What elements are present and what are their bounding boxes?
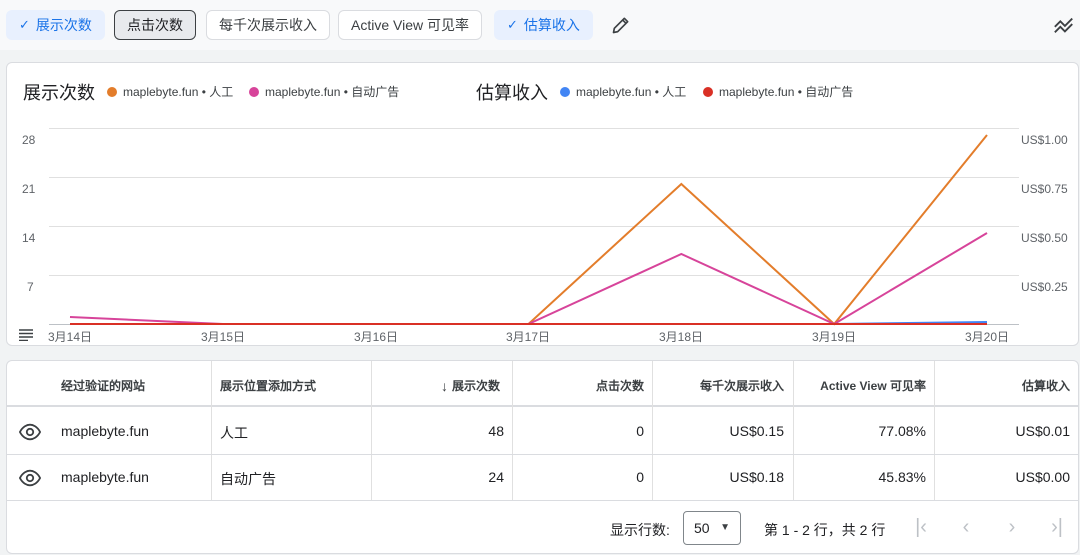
trend-chart-toggle-icon[interactable] bbox=[1052, 13, 1076, 37]
last-page-icon[interactable]: ›| bbox=[1045, 515, 1069, 539]
cell-earnings: US$0.01 bbox=[1015, 423, 1070, 439]
line-chart-plot bbox=[69, 134, 988, 326]
check-icon: ✓ bbox=[19, 17, 30, 32]
col-header-site[interactable]: 经过验证的网站 bbox=[61, 377, 145, 394]
first-page-icon[interactable]: |‹ bbox=[909, 515, 933, 539]
next-page-icon[interactable]: › bbox=[1000, 515, 1024, 539]
table-row[interactable]: maplebyte.fun 人工 48 0 US$0.15 77.08% US$… bbox=[7, 409, 1078, 455]
eye-icon[interactable] bbox=[19, 467, 41, 489]
series-line-1 bbox=[69, 232, 988, 326]
cell-rpm: US$0.15 bbox=[729, 423, 784, 439]
caret-down-icon: ▼ bbox=[720, 522, 730, 533]
col-header-rpm[interactable]: 每千次展示收入 bbox=[700, 377, 784, 394]
edit-pencil-icon[interactable] bbox=[609, 13, 633, 37]
cell-clicks: 0 bbox=[636, 469, 644, 485]
cell-impressions: 24 bbox=[488, 469, 504, 485]
cell-active-view: 45.83% bbox=[878, 469, 926, 485]
chart-card: 展示次数 maplebyte.fun • 人工 maplebyte.fun • … bbox=[6, 62, 1079, 346]
cell-site: maplebyte.fun bbox=[61, 423, 149, 439]
col-header-earnings[interactable]: 估算收入 bbox=[1022, 377, 1070, 394]
cell-impressions: 48 bbox=[488, 423, 504, 439]
col-header-impressions[interactable]: ↓ 展示次数 bbox=[441, 377, 500, 394]
cell-placement: 人工 bbox=[220, 425, 248, 441]
cell-clicks: 0 bbox=[636, 423, 644, 439]
chip-impressions[interactable]: ✓ 展示次数 bbox=[6, 10, 105, 40]
eye-icon[interactable] bbox=[19, 421, 41, 443]
pagination-range: 第 1 - 2 行，共 2 行 bbox=[764, 522, 886, 538]
check-icon: ✓ bbox=[507, 17, 518, 32]
col-header-clicks[interactable]: 点击次数 bbox=[596, 377, 644, 394]
cell-placement: 自动广告 bbox=[220, 471, 276, 487]
rows-per-page-select[interactable]: 50 ▼ bbox=[683, 511, 741, 545]
rows-per-page-label: 显示行数: bbox=[610, 522, 670, 538]
metric-chip-bar: ✓ 展示次数 点击次数 每千次展示收入 Active View 可见率 ✓ 估算… bbox=[0, 0, 1080, 50]
chip-clicks[interactable]: 点击次数 bbox=[114, 10, 196, 40]
col-header-active-view[interactable]: Active View 可见率 bbox=[820, 377, 926, 394]
col-header-placement[interactable]: 展示位置添加方式 bbox=[220, 377, 316, 394]
chip-active-view[interactable]: Active View 可见率 bbox=[338, 10, 482, 40]
cell-earnings: US$0.00 bbox=[1015, 469, 1070, 485]
chip-rpm[interactable]: 每千次展示收入 bbox=[206, 10, 330, 40]
prev-page-icon[interactable]: ‹ bbox=[954, 515, 978, 539]
cell-site: maplebyte.fun bbox=[61, 469, 149, 485]
report-table: 经过验证的网站 展示位置添加方式 ↓ 展示次数 点击次数 每千次展示收入 Act… bbox=[6, 360, 1079, 554]
table-header-row: 经过验证的网站 展示位置添加方式 ↓ 展示次数 点击次数 每千次展示收入 Act… bbox=[7, 361, 1078, 407]
chip-estimated-earnings[interactable]: ✓ 估算收入 bbox=[494, 10, 593, 40]
cell-active-view: 77.08% bbox=[878, 423, 926, 439]
series-line-0 bbox=[70, 134, 988, 326]
cell-rpm: US$0.18 bbox=[729, 469, 784, 485]
table-row[interactable]: maplebyte.fun 自动广告 24 0 US$0.18 45.83% U… bbox=[7, 455, 1078, 501]
arrow-down-icon: ↓ bbox=[441, 377, 448, 394]
table-pagination: 显示行数: 50 ▼ 第 1 - 2 行，共 2 行 |‹ ‹ › ›| bbox=[7, 501, 1078, 553]
